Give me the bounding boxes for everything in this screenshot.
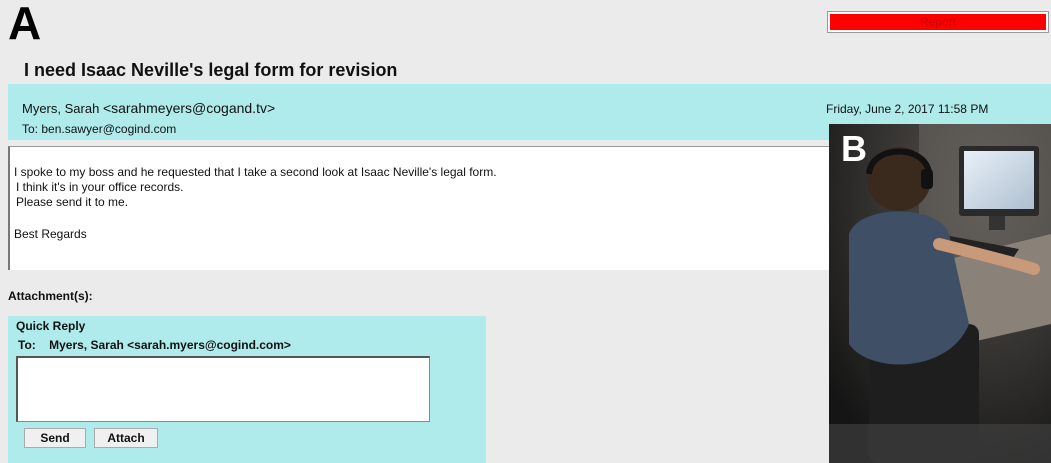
quick-reply-to: To: Myers, Sarah <sarah.myers@cogind.com… xyxy=(18,338,291,352)
sender-name: Myers, Sarah xyxy=(22,101,100,116)
headphone-cup xyxy=(921,169,933,189)
email-recipient: To: ben.sawyer@cogind.com xyxy=(22,122,177,136)
panel-label-a: A xyxy=(8,0,42,49)
quick-reply-to-label: To: xyxy=(18,338,36,352)
email-date: Friday, June 2, 2017 11:58 PM xyxy=(826,102,989,116)
quick-reply-panel: Quick Reply To: Myers, Sarah <sarah.myer… xyxy=(8,316,486,463)
panel-b-participant-photo: B xyxy=(829,124,1051,463)
body-line: I think it's in your office records. xyxy=(16,180,184,194)
body-line: Best Regards xyxy=(14,227,87,241)
participant-at-computer-photo xyxy=(829,124,1051,463)
send-button[interactable]: Send xyxy=(24,428,86,448)
floor-carpet xyxy=(829,424,1051,463)
attach-button[interactable]: Attach xyxy=(94,428,158,448)
panel-label-b: B xyxy=(841,128,867,169)
email-sender: Myers, Sarah <sarahmeyers@cogand.tv> xyxy=(22,100,275,116)
monitor-stand xyxy=(989,216,1005,230)
sender-email: <sarahmeyers@cogand.tv> xyxy=(102,100,276,116)
quick-reply-textarea[interactable] xyxy=(16,356,430,422)
monitor-screen xyxy=(964,151,1034,209)
body-line: I spoke to my boss and he requested that… xyxy=(14,165,497,179)
report-button[interactable]: Report xyxy=(827,11,1049,33)
attachments-label: Attachment(s): xyxy=(8,289,93,303)
body-line: Please send it to me. xyxy=(16,195,129,209)
quick-reply-title: Quick Reply xyxy=(16,319,86,333)
quick-reply-to-value: Myers, Sarah <sarah.myers@cogind.com> xyxy=(49,338,291,352)
email-subject: I need Isaac Neville's legal form for re… xyxy=(24,60,398,80)
email-body: I spoke to my boss and he requested that… xyxy=(8,146,838,270)
